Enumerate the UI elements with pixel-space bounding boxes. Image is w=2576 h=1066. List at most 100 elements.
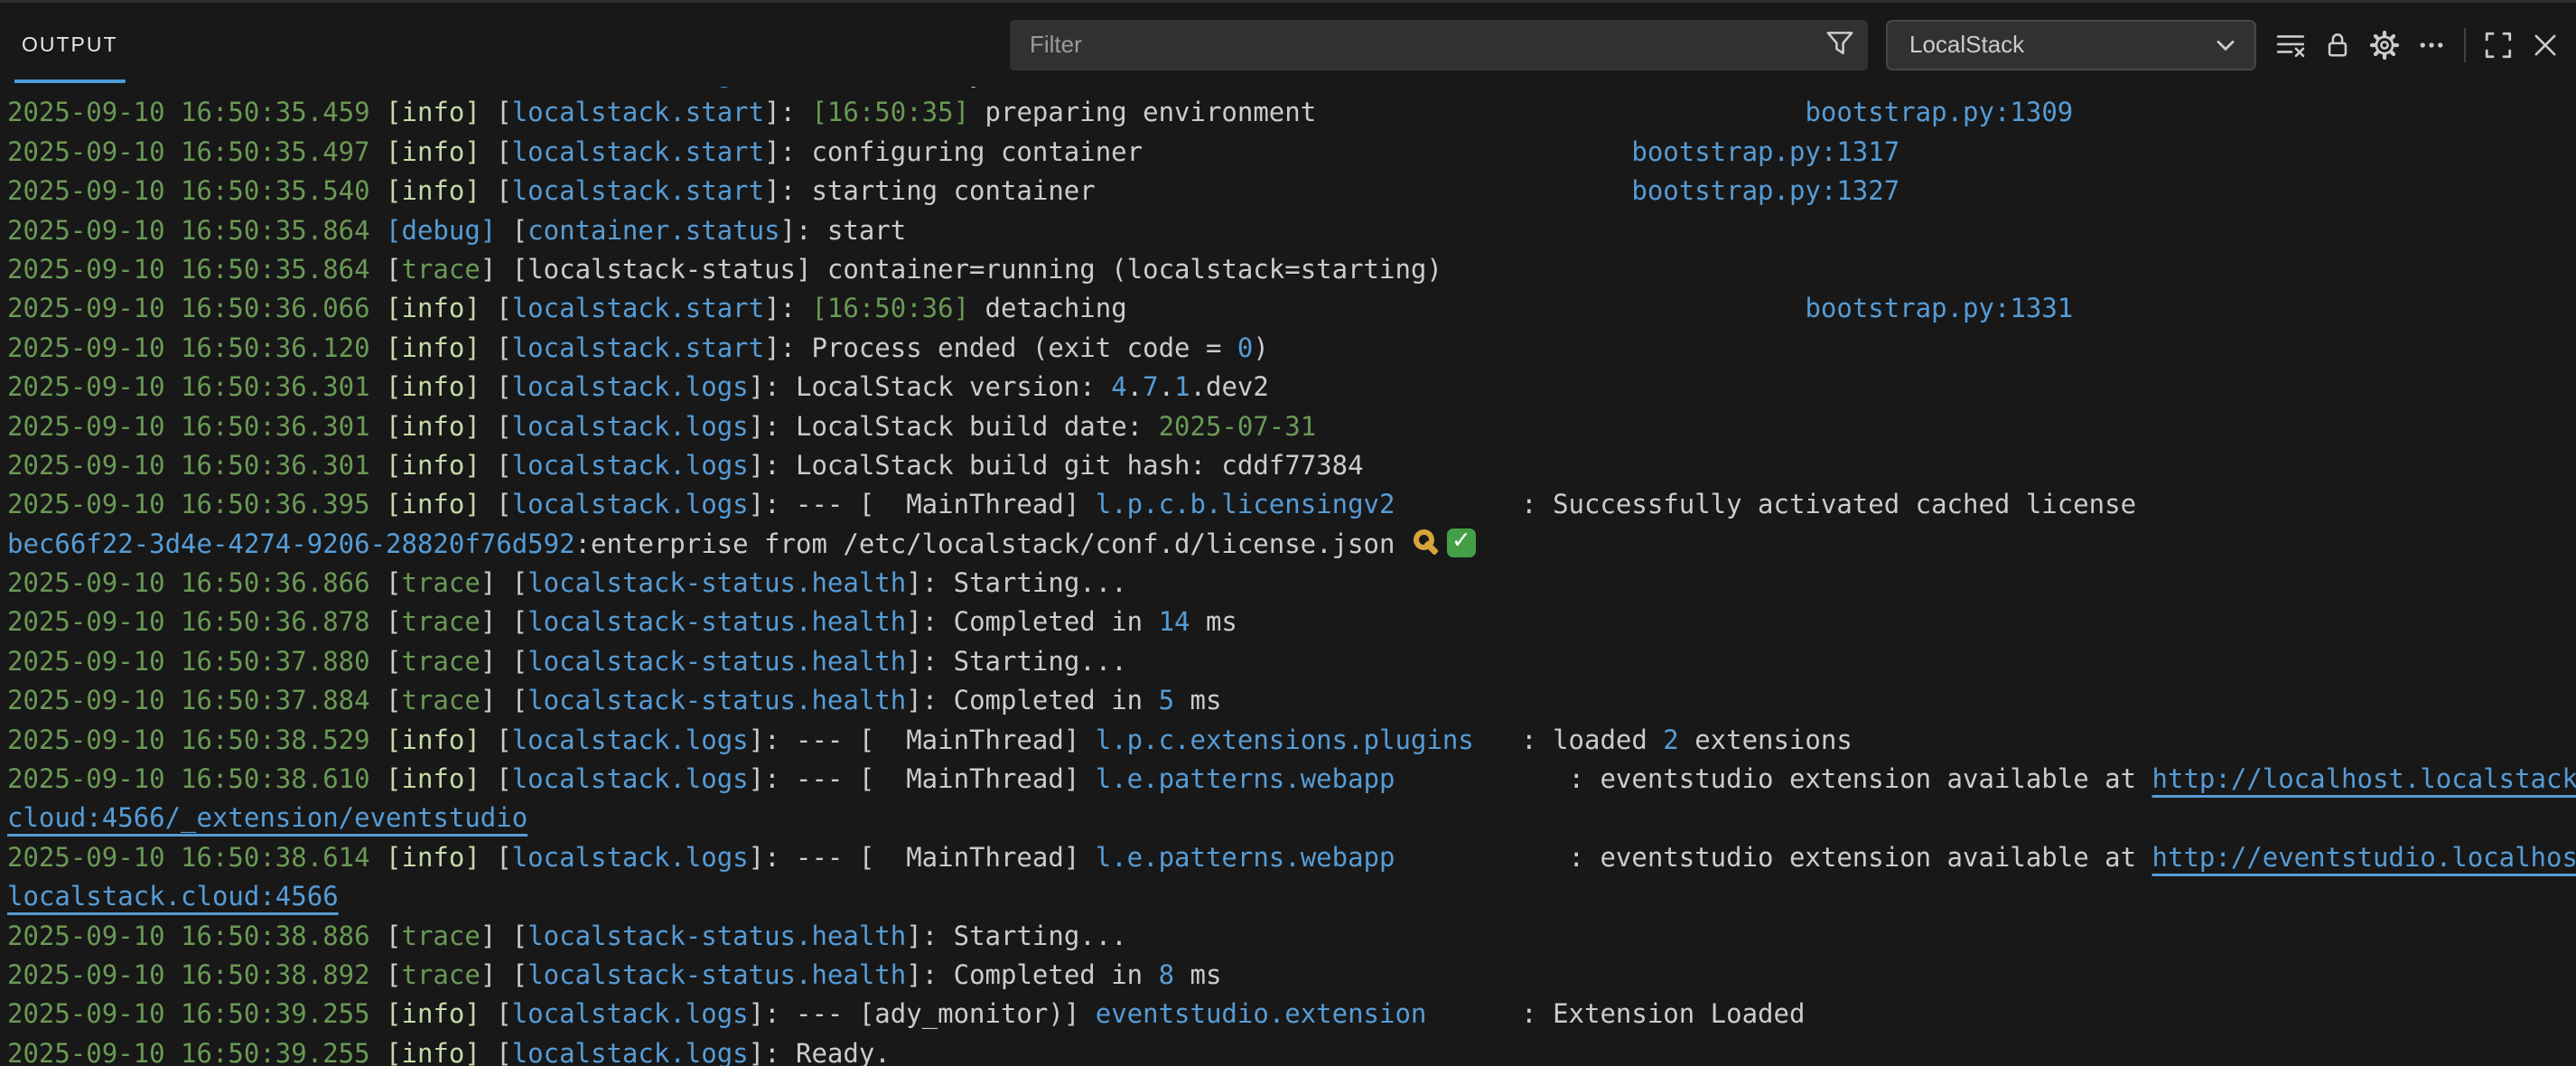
log-text: 2025-09-10 16:50:36.301 — [7, 411, 386, 442]
log-text: localstack-status.health — [527, 959, 906, 990]
log-text: ]: --- [ MainThread] — [749, 763, 1096, 794]
log-text: [ — [481, 332, 512, 363]
log-text: localstack-status.health — [527, 646, 906, 677]
log-text: ]: Starting... — [906, 567, 1126, 598]
log-text: localstack.start — [512, 332, 764, 363]
log-text: localstack.logs — [512, 87, 749, 89]
log-text: 2025-09-10 16:50:38.892 — [7, 959, 386, 990]
log-text: ]: Ready. — [749, 1038, 891, 1066]
close-panel-button[interactable] — [2522, 22, 2569, 69]
log-text: [ — [481, 371, 512, 402]
log-text: [ — [386, 606, 401, 637]
lock-icon[interactable] — [2314, 22, 2361, 69]
log-text: localstack-status.health — [527, 921, 906, 951]
url-link[interactable]: http://localhost.localstack. — [2152, 763, 2576, 794]
log-text: ]: Starting... — [906, 921, 1126, 951]
log-text: ms — [1174, 685, 1221, 715]
log-text: [info] — [386, 450, 481, 481]
log-text: [ — [481, 87, 512, 89]
log-text — [1316, 97, 1805, 127]
log-line: 2025-09-10 16:50:36.120 [info] [localsta… — [7, 329, 2576, 368]
file-link[interactable]: bootstrap.py:1317 — [1631, 136, 1899, 167]
log-line: 2025-09-10 16:50:35.497 [info] [localsta… — [7, 133, 2576, 172]
log-text: [debug] — [386, 215, 496, 246]
url-link[interactable]: localstack.cloud:4566 — [7, 881, 339, 912]
filter-input[interactable] — [1028, 30, 1825, 60]
log-output[interactable]: 2025-09-10 16:50:36.395 [info] [localsta… — [0, 87, 2576, 1066]
filter-icon[interactable] — [1825, 27, 1855, 62]
log-text: [info] — [386, 411, 481, 442]
log-text: ]: LocalStack version: — [749, 371, 1112, 402]
log-text: ]: --- [ MainThread] — [749, 489, 1096, 519]
key-emoji — [1413, 528, 1442, 557]
log-text: [ — [481, 411, 512, 442]
clear-output-button[interactable] — [2267, 22, 2314, 69]
log-text: 2025-09-10 16:50:35.459 — [7, 97, 386, 127]
channel-select[interactable]: LocalStack — [1886, 20, 2256, 70]
log-text: localstack-status.health — [527, 606, 906, 637]
tab-active-underline — [14, 79, 126, 83]
log-text: 2 — [1663, 725, 1678, 755]
log-text: localstack.start — [512, 136, 764, 167]
log-text: . — [1159, 371, 1174, 402]
log-text: [16:50:36] — [811, 293, 969, 323]
log-text: [info] — [386, 136, 481, 167]
log-text: l.p.c.b.licensingv2 — [1096, 489, 1395, 519]
file-link[interactable]: bootstrap.py:1327 — [1631, 175, 1899, 206]
url-link[interactable]: cloud:4566/_extension/eventstudio — [7, 802, 527, 833]
log-text: 2025-09-10 16:50:38.614 — [7, 842, 386, 873]
log-text: 7 — [1143, 371, 1158, 402]
log-text: 2025-09-10 16:50:35.864 — [7, 254, 386, 285]
log-line: 2025-09-10 16:50:38.886 [trace] [localst… — [7, 917, 2576, 956]
log-text: [info] — [386, 293, 481, 323]
log-text: 14 — [1159, 606, 1190, 637]
output-panel-header: OUTPUT LocalStack — [0, 0, 2576, 87]
log-text: ]: Completed in — [906, 606, 1158, 637]
file-link[interactable]: bootstrap.py:1309 — [1805, 97, 2073, 127]
log-text: localstack.logs — [512, 450, 749, 481]
log-text: ]: configuring container — [764, 136, 1143, 167]
tab-output[interactable]: OUTPUT — [14, 3, 126, 87]
log-text: 2025-07-31 — [1159, 411, 1317, 442]
log-text: [info] — [386, 371, 481, 402]
log-text: ]: --- [ MainThread] — [749, 725, 1096, 755]
maximize-panel-button[interactable] — [2475, 22, 2522, 69]
log-text: : Extension Loaded — [1426, 998, 1805, 1029]
log-text: [info] — [386, 998, 481, 1029]
log-text: ] [ — [481, 646, 527, 677]
log-text: container.status — [527, 215, 779, 246]
log-text: extensions — [1679, 725, 1853, 755]
log-text: : eventstudio extension available at — [1395, 842, 2151, 873]
log-text: 2025-09-10 16:50:36.301 — [7, 450, 386, 481]
filter-box[interactable] — [1010, 20, 1868, 70]
log-text: localstack.logs — [512, 842, 749, 873]
log-text: [ — [481, 842, 512, 873]
log-text: ]: start — [780, 215, 907, 246]
file-link[interactable]: bootstrap.py:1331 — [1805, 293, 2073, 323]
log-line: 2025-09-10 16:50:37.880 [trace] [localst… — [7, 642, 2576, 681]
log-text: [info] — [386, 175, 481, 206]
log-text: ]: Starting... — [906, 646, 1126, 677]
tab-output-label: OUTPUT — [22, 33, 118, 57]
toolbar-divider — [2464, 28, 2466, 62]
log-text: 2025-09-10 16:50:37.880 — [7, 646, 386, 677]
log-text: [ — [481, 998, 512, 1029]
log-text: [info] — [386, 97, 481, 127]
log-text: [info] — [386, 1038, 481, 1066]
log-text: [ — [496, 215, 527, 246]
log-text: 2025-09-10 16:50:38.529 — [7, 725, 386, 755]
log-line: 2025-09-10 16:50:36.301 [info] [localsta… — [7, 446, 2576, 485]
log-text: ms — [1174, 959, 1221, 990]
url-link[interactable]: http://eventstudio.localhost. — [2152, 842, 2576, 873]
log-line: 2025-09-10 16:50:38.614 [info] [localsta… — [7, 838, 2576, 877]
log-text: localstack.logs — [512, 998, 749, 1029]
log-text: [ — [481, 489, 512, 519]
settings-gear-button[interactable] — [2361, 22, 2408, 69]
log-text: ]: Completed in — [906, 959, 1158, 990]
log-text: [info] — [386, 842, 481, 873]
log-text: [ — [481, 293, 512, 323]
log-text: localstack-status.health — [527, 567, 906, 598]
more-actions-button[interactable] — [2408, 22, 2455, 69]
log-line: 2025-09-10 16:50:35.540 [info] [localsta… — [7, 172, 2576, 210]
chevron-down-icon — [2211, 31, 2240, 60]
